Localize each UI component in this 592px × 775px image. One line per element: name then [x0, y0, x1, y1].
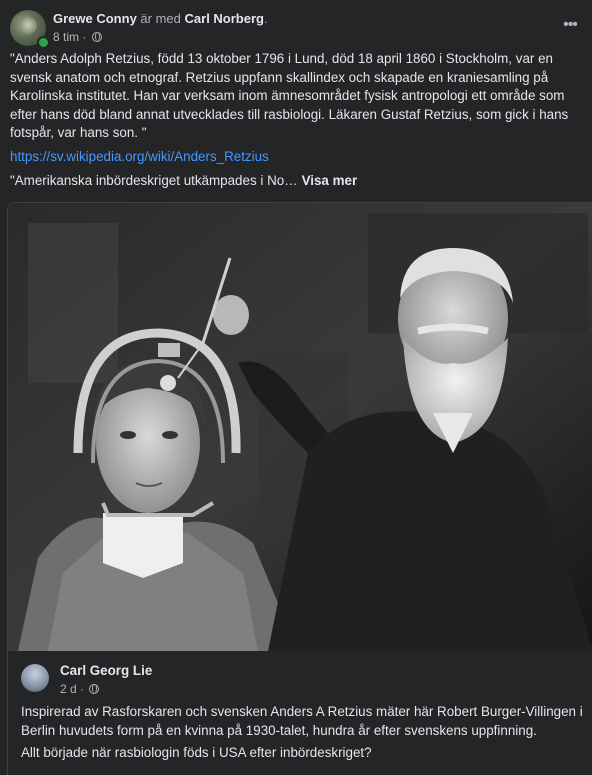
post-snippet: "Amerikanska inbördeskriget utkämpades i…	[10, 173, 357, 188]
shared-author-name[interactable]: Carl Georg Lie	[60, 663, 152, 678]
shared-post-meta: 2 d ·	[60, 682, 100, 696]
post-header: Grewe Conny är med Carl Norberg. 8 tim ·…	[10, 10, 582, 49]
tagged-name[interactable]: Carl Norberg	[185, 11, 264, 26]
post-text: "Anders Adolph Retzius, född 13 oktober …	[10, 50, 582, 143]
facebook-post: Grewe Conny är med Carl Norberg. 8 tim ·…	[0, 0, 592, 775]
photo-illustration	[8, 203, 592, 651]
shared-post-text: Inspirerad av Rasforskaren och svensken …	[21, 703, 586, 767]
post-time[interactable]: 8 tim	[53, 30, 79, 44]
more-options-icon[interactable]: •••	[558, 16, 582, 36]
shared-post[interactable]: Carl Georg Lie 2 d · Inspirerad av Rasfo…	[7, 202, 592, 775]
period-text: .	[263, 11, 268, 26]
shared-paragraph-1: Inspirerad av Rasforskaren och svensken …	[21, 704, 583, 738]
shared-author-avatar[interactable]	[21, 664, 49, 692]
snippet-text: "Amerikanska inbördeskriget utkämpades i…	[10, 173, 298, 188]
post-body: "Anders Adolph Retzius, född 13 oktober …	[10, 51, 569, 140]
with-text: är med	[140, 11, 181, 26]
see-more-button[interactable]: Visa mer	[302, 173, 358, 188]
shared-globe-icon[interactable]	[89, 684, 100, 694]
meta-separator: ·	[82, 30, 87, 44]
globe-icon[interactable]	[91, 32, 102, 42]
shared-paragraph-2: Allt började när rasbiologin föds i USA …	[21, 745, 372, 760]
post-link[interactable]: https://sv.wikipedia.org/wiki/Anders_Ret…	[10, 149, 269, 164]
online-status-icon	[37, 36, 50, 49]
post-photo[interactable]	[8, 203, 592, 651]
post-author-line: Grewe Conny är med Carl Norberg.	[53, 11, 268, 26]
post-meta: 8 tim ·	[53, 30, 102, 44]
shared-post-header: Carl Georg Lie 2 d ·	[21, 661, 581, 701]
shared-post-time[interactable]: 2 d	[60, 682, 77, 696]
shared-meta-separator: ·	[80, 682, 85, 696]
avatar-tree-icon	[19, 17, 37, 37]
author-name[interactable]: Grewe Conny	[53, 11, 137, 26]
